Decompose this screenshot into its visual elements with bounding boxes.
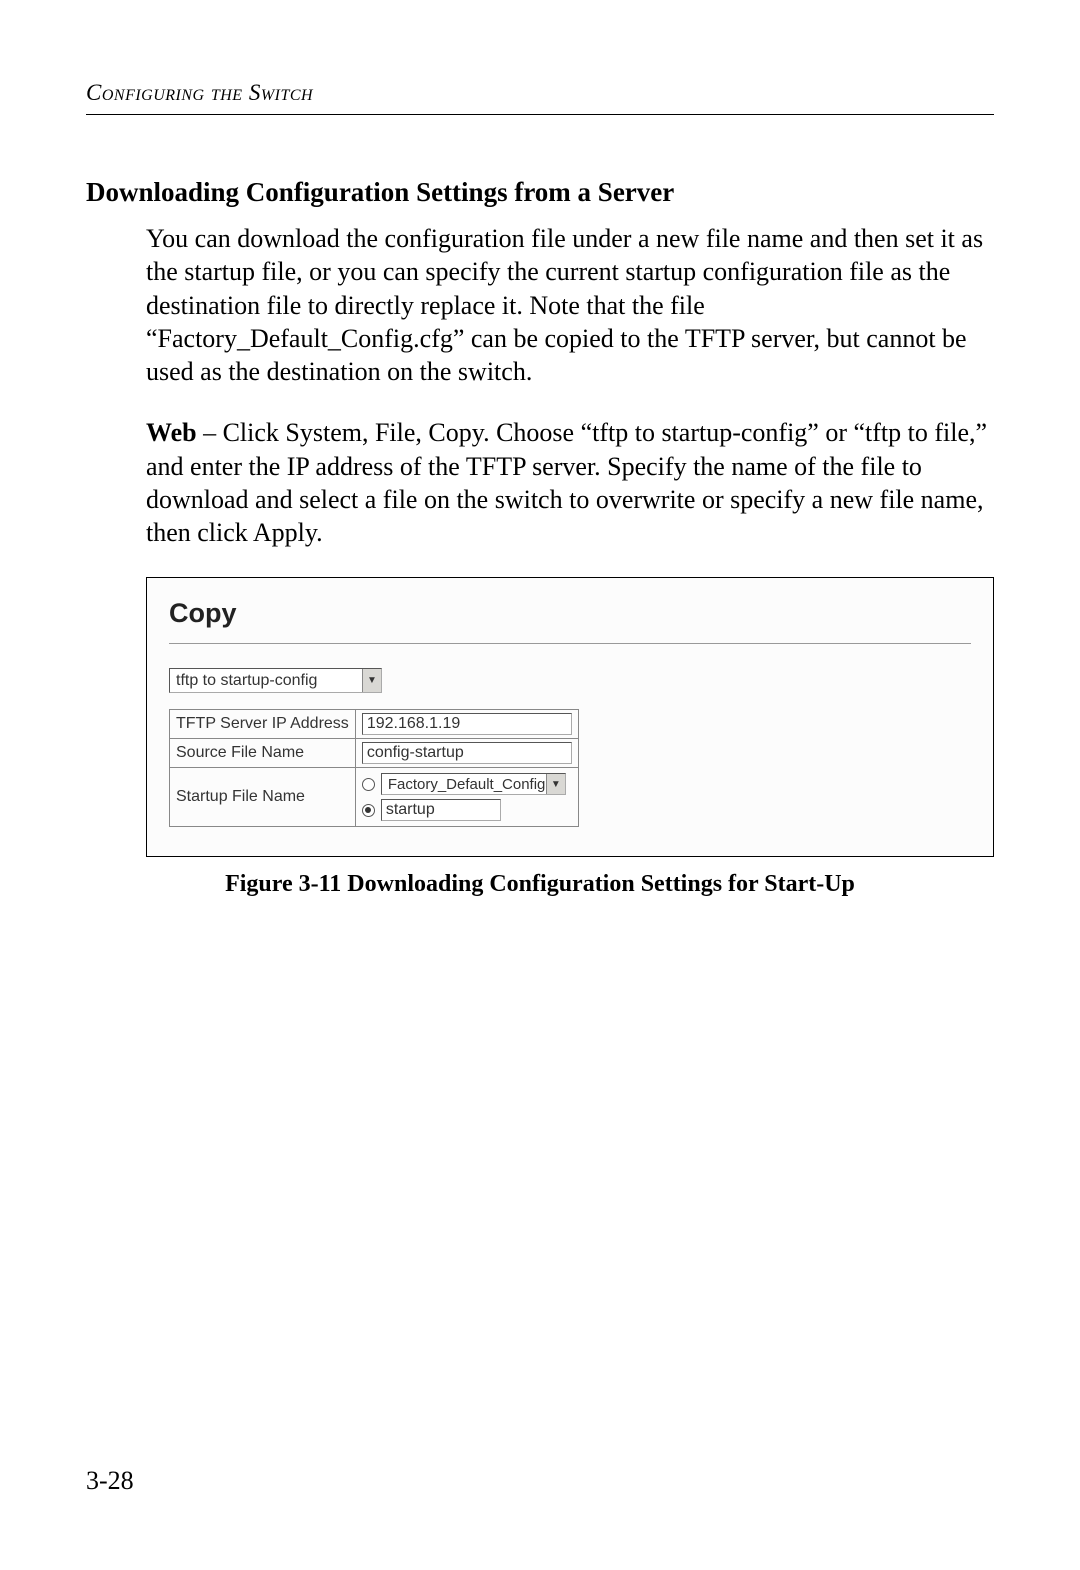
row-ip: TFTP Server IP Address [170,710,579,739]
panel-divider [169,643,971,644]
startup-option-existing[interactable]: Factory_Default_Config.cfg ▼ [362,771,572,797]
figure-copy-panel: Copy tftp to startup-config ▼ TFTP Serve… [146,577,994,857]
row-source: Source File Name [170,739,579,768]
paragraph-2-rest: – Click System, File, Copy. Choose “tftp… [146,418,987,547]
paragraph-2: Web – Click System, File, Copy. Choose “… [146,416,994,549]
copy-mode-select[interactable]: tftp to startup-config ▼ [169,668,382,693]
panel-title: Copy [169,598,971,629]
startup-file-select-value: Factory_Default_Config.cfg [382,776,546,793]
radio-unchecked-icon [362,778,375,791]
tftp-ip-input[interactable] [362,713,572,735]
source-file-input[interactable] [362,742,572,764]
chevron-down-icon: ▼ [362,669,381,692]
cell-source-input [355,739,578,768]
label-ip: TFTP Server IP Address [170,710,356,739]
paragraph-1: You can download the configuration file … [146,222,994,388]
web-label: Web [146,418,197,447]
startup-option-new[interactable] [362,797,572,823]
copy-mode-value: tftp to startup-config [170,672,362,690]
row-startup: Startup File Name Factory_Default_Config… [170,768,579,827]
form-table: TFTP Server IP Address Source File Name … [169,709,579,827]
label-startup: Startup File Name [170,768,356,827]
page: Configuring the Switch Downloading Confi… [0,0,1080,1570]
running-header: Configuring the Switch [86,80,994,115]
figure-caption: Figure 3-11 Downloading Configuration Se… [86,871,994,898]
startup-file-select[interactable]: Factory_Default_Config.cfg ▼ [381,773,566,795]
label-source: Source File Name [170,739,356,768]
chevron-down-icon: ▼ [546,774,565,794]
cell-ip-input [355,710,578,739]
page-number: 3-28 [86,1466,134,1496]
section-heading: Downloading Configuration Settings from … [86,177,994,208]
cell-startup-options: Factory_Default_Config.cfg ▼ [355,768,578,827]
startup-new-name-input[interactable] [381,799,501,821]
radio-checked-icon [362,804,375,817]
